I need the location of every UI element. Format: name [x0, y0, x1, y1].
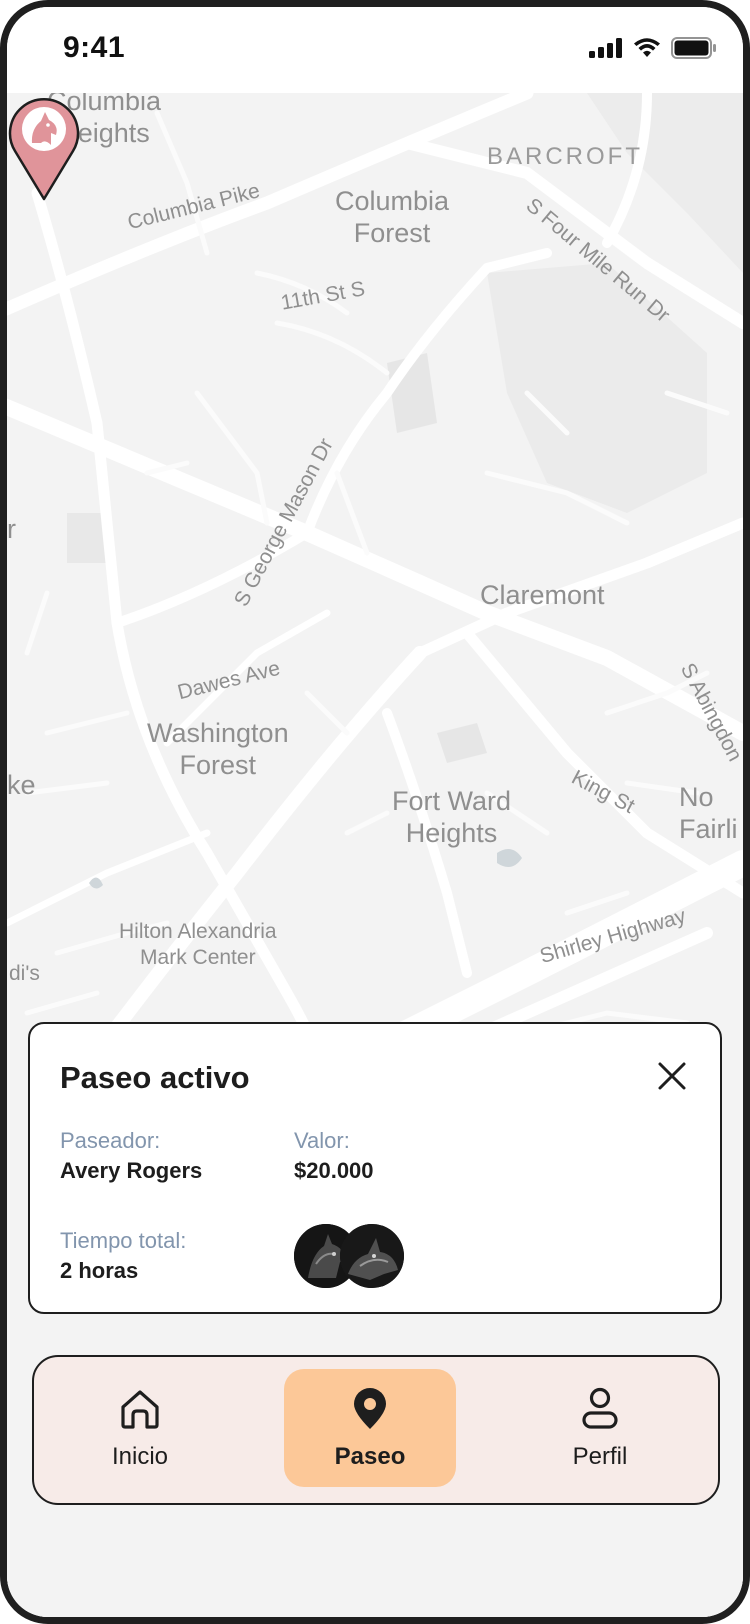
- active-walk-title: Paseo activo: [60, 1060, 250, 1095]
- tab-label-paseo: Paseo: [334, 1443, 406, 1470]
- map-label-barcroft: BARCROFT: [487, 143, 643, 170]
- close-icon[interactable]: [656, 1060, 688, 1092]
- battery-icon: [671, 37, 716, 59]
- map-label-washington-forest: Washington Forest: [147, 718, 289, 780]
- bottom-tab-bar: Inicio Paseo Perfil: [32, 1355, 720, 1505]
- price-label: Valor:: [294, 1128, 350, 1153]
- phone-frame: 9:41 Columbia Heights BARCROFT Columbia …: [0, 0, 750, 1624]
- map-label-edge-dis: di's: [9, 962, 40, 985]
- map-label-columbia-forest: Columbia Forest: [335, 186, 450, 248]
- status-time: 9:41: [63, 31, 126, 64]
- map-label-fort-ward-heights: Fort Ward Heights: [392, 786, 512, 848]
- status-bar: 9:41: [7, 7, 743, 93]
- dog-photo-2[interactable]: [340, 1224, 404, 1288]
- user-icon: [582, 1387, 618, 1429]
- map-label-edge-r: r: [7, 514, 16, 544]
- walker-label: Paseador:: [60, 1128, 161, 1153]
- dog-location-pin-icon[interactable]: [7, 93, 81, 203]
- walker-value: Avery Rogers: [60, 1158, 203, 1183]
- map-label-claremont: Claremont: [480, 580, 605, 610]
- signal-icon: [589, 38, 622, 58]
- location-pin-icon: [354, 1388, 386, 1429]
- tab-label-inicio: Inicio: [111, 1443, 169, 1470]
- pet-avatars: [294, 1224, 404, 1290]
- map-label-north-fairlington: No Fairli: [679, 782, 738, 844]
- time-label: Tiempo total:: [60, 1228, 187, 1253]
- tab-perfil[interactable]: Perfil: [514, 1369, 686, 1487]
- price-value: $20.000: [294, 1158, 374, 1183]
- status-icons: [589, 37, 717, 59]
- map-label-edge-ke: ke: [7, 770, 36, 800]
- time-value: 2 horas: [60, 1258, 139, 1283]
- map-label-hilton: Hilton Alexandria Mark Center: [119, 920, 277, 969]
- tab-label-perfil: Perfil: [572, 1443, 628, 1470]
- tab-inicio[interactable]: Inicio: [54, 1369, 226, 1487]
- tab-paseo[interactable]: Paseo: [284, 1369, 456, 1487]
- wifi-icon: [634, 38, 660, 57]
- active-walk-card: Paseo activo Paseador: Avery Rogers Valo…: [28, 1022, 722, 1314]
- home-icon: [121, 1390, 159, 1429]
